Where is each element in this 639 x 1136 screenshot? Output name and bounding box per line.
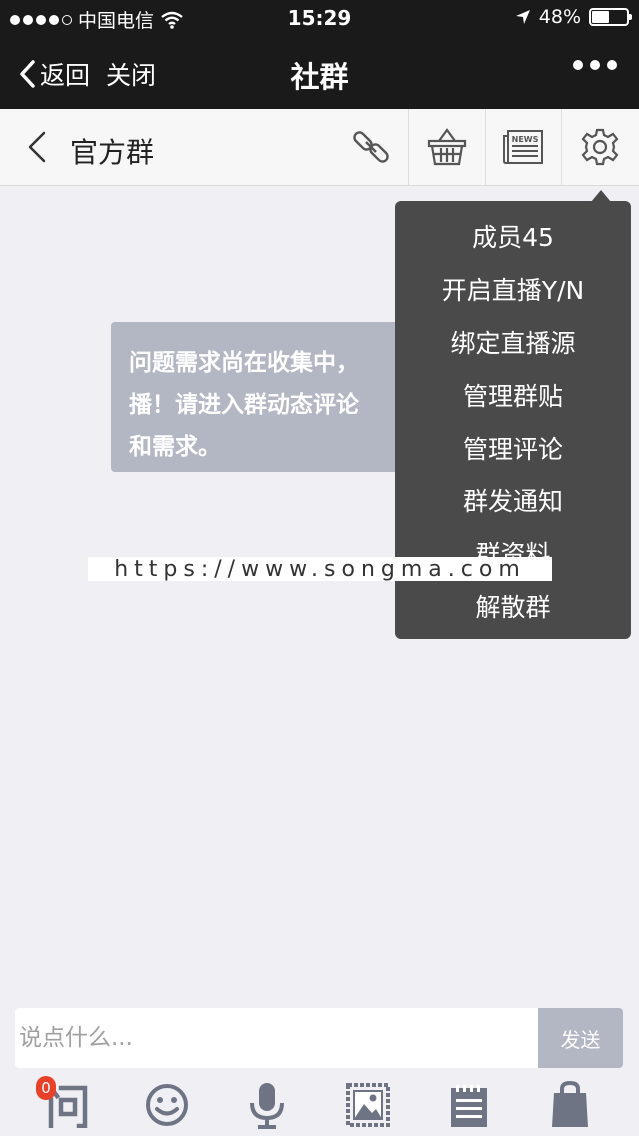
status-bar: 中国电信 15:29 48% (0, 0, 639, 36)
menu-item-bind-source[interactable]: 绑定直播源 (395, 316, 631, 369)
voice-button[interactable] (242, 1080, 292, 1130)
message-input[interactable] (15, 1008, 539, 1068)
emoji-button[interactable] (142, 1080, 192, 1130)
close-button[interactable]: 关闭 (106, 56, 156, 92)
nav-bar: 返回 关闭 社群 (0, 36, 639, 109)
bottom-toolbar: 0 (0, 1076, 639, 1136)
shop-button[interactable] (545, 1080, 595, 1130)
link-icon (352, 131, 389, 163)
settings-button[interactable] (561, 109, 638, 185)
menu-item-broadcast[interactable]: 群发通知 (395, 474, 631, 527)
news-button[interactable]: NEWS (485, 109, 562, 185)
basket-button[interactable] (408, 109, 485, 185)
chevron-left-icon (20, 60, 35, 88)
group-header: 官方群 NEWS (0, 109, 639, 186)
news-icon: NEWS (503, 130, 543, 164)
bag-icon (552, 1081, 588, 1127)
basket-icon (427, 128, 467, 166)
more-button[interactable] (573, 60, 617, 70)
back-button[interactable]: 返回 (18, 56, 90, 92)
image-icon (346, 1083, 390, 1127)
send-button[interactable]: 发送 (538, 1008, 623, 1068)
menu-item-members[interactable]: 成员45 (395, 210, 631, 263)
back-label: 返回 (40, 61, 91, 90)
more-dots-icon (573, 60, 583, 70)
notepad-icon (451, 1085, 487, 1127)
group-title: 官方群 (70, 136, 155, 169)
settings-icon (581, 128, 619, 166)
menu-item-live-toggle[interactable]: 开启直播Y/N (395, 263, 631, 316)
link-button[interactable] (332, 109, 409, 185)
battery-icon (589, 8, 632, 26)
question-button[interactable]: 0 (36, 1076, 92, 1130)
news-icon-text: NEWS (512, 135, 539, 144)
image-button[interactable] (343, 1080, 393, 1130)
question-badge: 0 (36, 1076, 56, 1100)
nav-left: 返回 关闭 (18, 56, 156, 92)
menu-item-manage-comments[interactable]: 管理评论 (395, 421, 631, 474)
watermark: https://www.songma.com (88, 557, 552, 582)
notepad-button[interactable] (444, 1080, 494, 1130)
microphone-icon (250, 1083, 284, 1129)
menu-item-manage-posts[interactable]: 管理群贴 (395, 368, 631, 421)
emoji-icon (146, 1084, 188, 1126)
location-arrow-icon (515, 10, 530, 24)
battery-percent: 48% (538, 6, 581, 28)
input-bar: 发送 (0, 1000, 639, 1076)
group-back-button[interactable] (22, 129, 52, 165)
menu-item-dissolve[interactable]: 解散群 (395, 580, 631, 633)
status-right: 48% (515, 6, 632, 28)
